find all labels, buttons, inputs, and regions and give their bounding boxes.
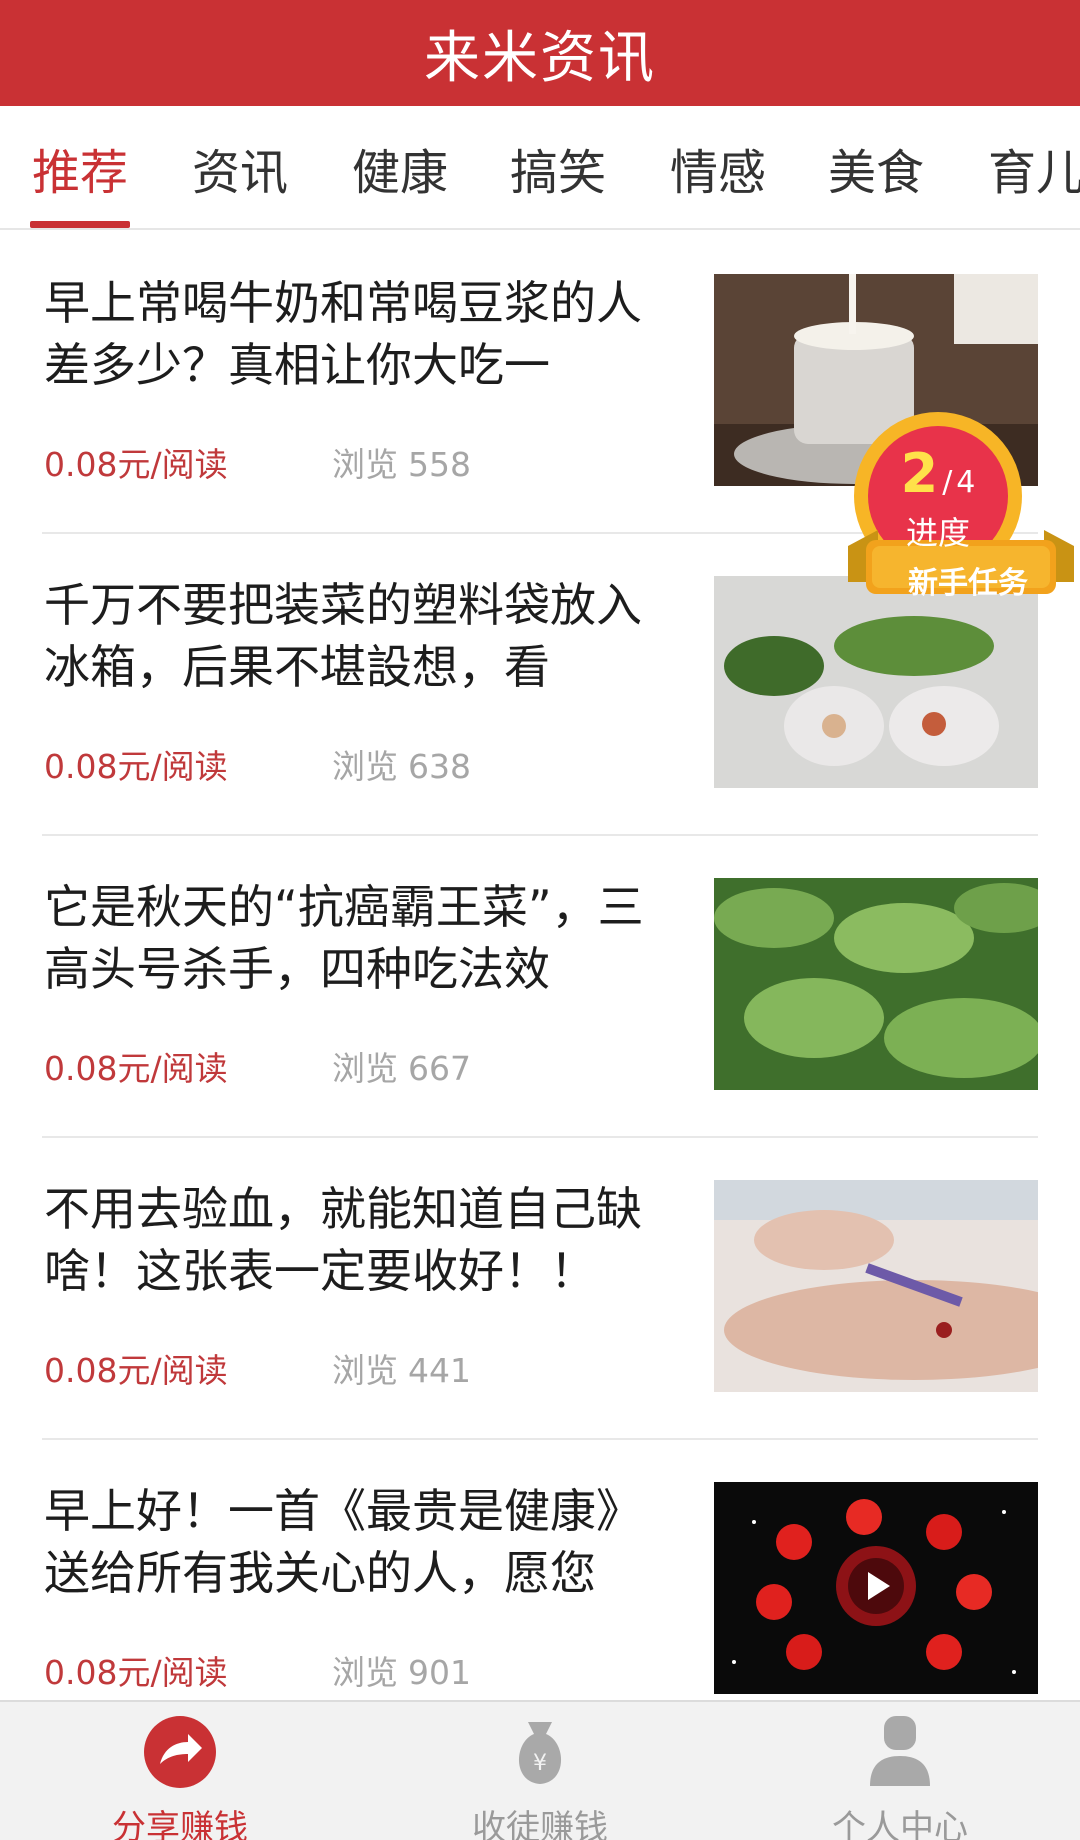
reward-rate: 0.08元/阅读: [44, 445, 228, 484]
user-icon: [860, 1712, 940, 1792]
tab-recommend[interactable]: 推荐: [0, 106, 160, 228]
reward-rate: 0.08元/阅读: [44, 1653, 228, 1692]
svg-text:¥: ¥: [533, 1751, 547, 1776]
tab-news[interactable]: 资讯: [160, 106, 320, 228]
tab-health[interactable]: 健康: [320, 106, 480, 228]
tab-label: 推荐: [31, 145, 128, 201]
news-item[interactable]: 它是秋天的“抗癌霸王菜”，三高头号杀手，四种吃法效 0.08元/阅读 浏览 667: [42, 836, 1038, 1138]
tab-funny[interactable]: 搞笑: [478, 106, 638, 228]
active-tab-indicator: [30, 221, 130, 228]
view-count: 浏览 901: [332, 1646, 471, 1694]
tab-label: 情感: [669, 145, 766, 201]
task-progress-separator: /: [942, 465, 953, 500]
task-progress-label: 进度: [905, 514, 970, 552]
app-title: 来米资讯: [424, 25, 656, 91]
tab-label: 搞笑: [509, 145, 606, 201]
view-number: 901: [408, 1653, 471, 1692]
money-bag-icon: ¥: [500, 1712, 580, 1792]
view-number: 558: [408, 445, 471, 484]
reward-rate: 0.08元/阅读: [44, 1049, 228, 1088]
app-screen: 来米资讯 推荐 资讯 健康 搞笑 情感 美食 育儿 早上常喝牛奶和常喝豆浆的人差…: [0, 0, 1080, 1840]
view-number: 441: [408, 1351, 471, 1390]
reward-rate: 0.08元/阅读: [44, 747, 228, 786]
news-item[interactable]: 早上好！一首《最贵是健康》送给所有我关心的人，愿您 0.08元/阅读 浏览 901: [42, 1440, 1038, 1700]
tab-label: 育儿: [987, 145, 1080, 201]
nav-label: 个人中心: [832, 1808, 968, 1840]
news-title[interactable]: 它是秋天的“抗癌霸王菜”，三高头号杀手，四种吃法效: [44, 876, 684, 1000]
news-item[interactable]: 不用去验血，就能知道自己缺啥！这张表一定要收好！！ 0.08元/阅读 浏览 441: [42, 1138, 1038, 1440]
nav-label: 分享赚钱: [112, 1808, 248, 1840]
view-count: 浏览 558: [332, 438, 471, 486]
task-progress-current: 2: [900, 442, 939, 505]
reward-rate: 0.08元/阅读: [44, 1351, 228, 1390]
view-count: 浏览 638: [332, 740, 471, 788]
bottom-navigation: 分享赚钱 ¥ 收徒赚钱 个人中心: [0, 1700, 1080, 1840]
nav-share-earn[interactable]: 分享赚钱: [0, 1702, 360, 1840]
tab-parenting[interactable]: 育儿: [956, 106, 1080, 228]
view-label: 浏览: [332, 1049, 398, 1088]
view-label: 浏览: [332, 445, 398, 484]
newbie-task-badge[interactable]: 2/4 进度 新手任务: [848, 412, 1074, 612]
task-progress-total: 4: [956, 465, 976, 500]
tab-label: 美食: [827, 145, 924, 201]
nav-recruit-earn[interactable]: ¥ 收徒赚钱: [360, 1702, 720, 1840]
news-title[interactable]: 早上好！一首《最贵是健康》送给所有我关心的人，愿您: [44, 1480, 684, 1604]
tab-emotion[interactable]: 情感: [638, 106, 798, 228]
view-label: 浏览: [332, 1653, 398, 1692]
roses-video-image[interactable]: [714, 1482, 1038, 1694]
view-number: 638: [408, 747, 471, 786]
view-label: 浏览: [332, 747, 398, 786]
view-number: 667: [408, 1049, 471, 1088]
share-arrow-icon: [140, 1712, 220, 1792]
view-label: 浏览: [332, 1351, 398, 1390]
news-title[interactable]: 早上常喝牛奶和常喝豆浆的人差多少？真相让你大吃一: [44, 272, 684, 396]
leafy-greens-image[interactable]: [714, 878, 1038, 1090]
news-title[interactable]: 不用去验血，就能知道自己缺啥！这张表一定要收好！！: [44, 1178, 684, 1302]
view-count: 浏览 441: [332, 1344, 471, 1392]
nav-personal-center[interactable]: 个人中心: [720, 1702, 1080, 1840]
category-tabs: 推荐 资讯 健康 搞笑 情感 美食 育儿: [0, 106, 1080, 230]
view-count: 浏览 667: [332, 1042, 471, 1090]
news-title[interactable]: 千万不要把装菜的塑料袋放入冰箱，后果不堪設想，看: [44, 574, 684, 698]
blood-test-image[interactable]: [714, 1180, 1038, 1392]
task-progress-count: 2/4: [848, 442, 1028, 505]
tab-label: 资讯: [191, 145, 288, 201]
task-ribbon-label: 新手任务: [908, 566, 1028, 601]
tab-label: 健康: [351, 145, 448, 201]
nav-label: 收徒赚钱: [472, 1808, 608, 1840]
tab-food[interactable]: 美食: [796, 106, 956, 228]
app-header: 来米资讯: [0, 0, 1080, 106]
